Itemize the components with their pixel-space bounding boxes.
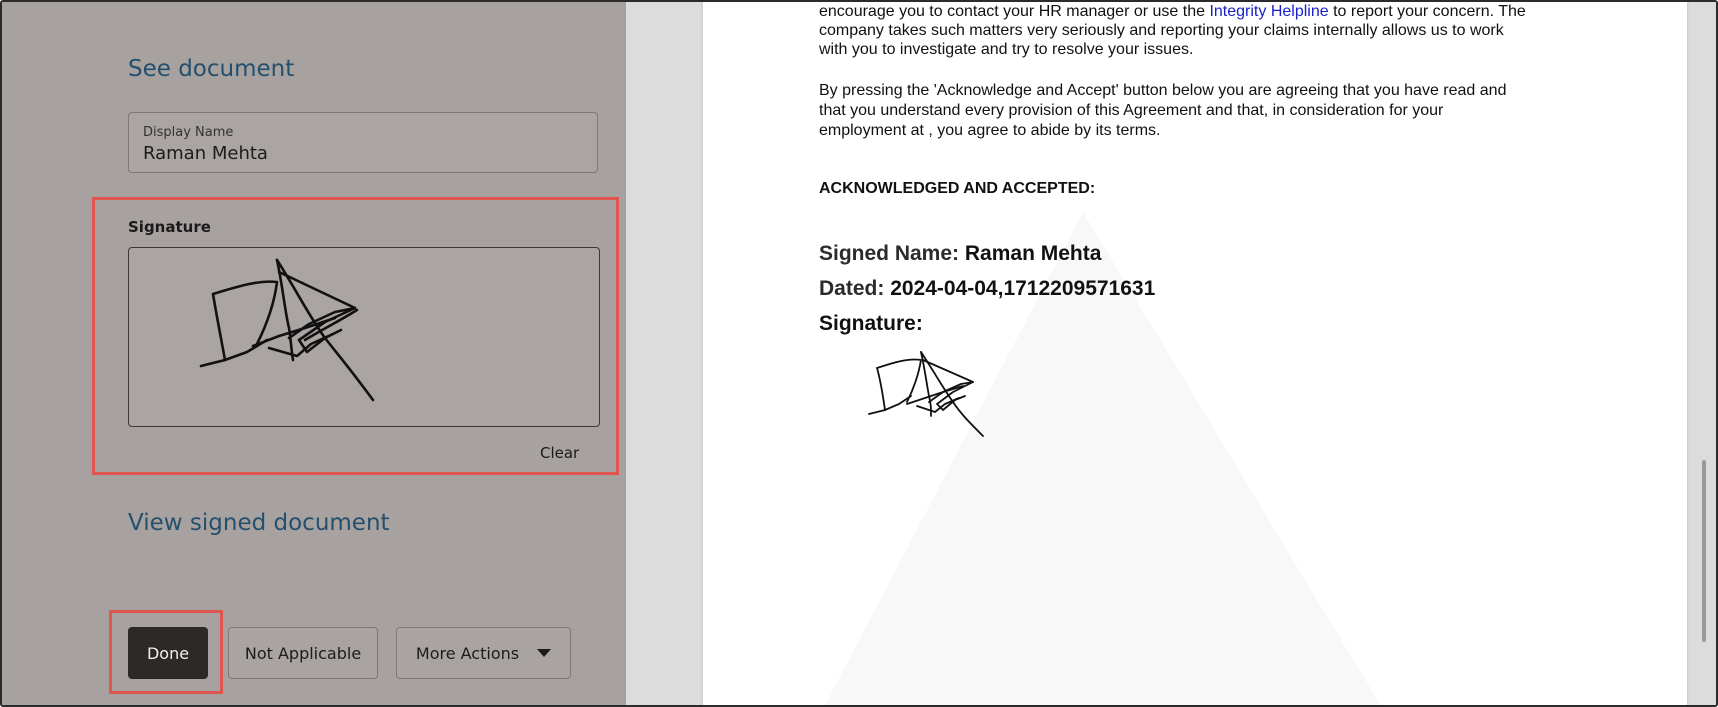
dated-line: Dated: 2024-04-04,1712209571631	[819, 277, 1155, 301]
display-name-label: Display Name	[143, 125, 234, 140]
integrity-helpline-link[interactable]: Integrity Helpline	[1209, 3, 1328, 20]
display-name-value: Raman Mehta	[143, 143, 268, 164]
doc-line: encourage you to contact your HR manager…	[819, 2, 1526, 22]
signed-name-value: Raman Mehta	[964, 242, 1102, 265]
dated-label: Dated:	[819, 277, 885, 300]
not-applicable-button[interactable]: Not Applicable	[228, 627, 378, 679]
doc-text-segment: to report your concern. The	[1328, 3, 1526, 20]
done-button[interactable]: Done	[128, 627, 208, 679]
document-viewer[interactable]: encourage you to contact your HR manager…	[626, 2, 1716, 705]
signed-name-line: Signed Name: Raman Mehta	[819, 242, 1101, 266]
doc-line: By pressing the 'Acknowledge and Accept'…	[819, 82, 1507, 99]
signature-title: Signature	[128, 218, 211, 236]
task-panel: See document Display Name Raman Mehta Si…	[2, 2, 626, 705]
acknowledged-heading: ACKNOWLEDGED AND ACCEPTED:	[819, 180, 1096, 197]
doc-line: that you understand every provision of t…	[819, 102, 1444, 119]
signed-name-label: Signed Name:	[819, 242, 960, 265]
clear-signature-button[interactable]: Clear	[540, 444, 579, 462]
document-page: encourage you to contact your HR manager…	[703, 2, 1687, 705]
see-document-link[interactable]: See document	[128, 56, 294, 82]
signature-drawing	[199, 258, 375, 402]
chevron-down-icon	[537, 649, 552, 657]
signature-line-label: Signature:	[819, 312, 923, 335]
view-signed-document-link[interactable]: View signed document	[128, 510, 390, 536]
screen-frame: See document Display Name Raman Mehta Si…	[0, 0, 1718, 707]
doc-line: employment at , you agree to abide by it…	[819, 122, 1161, 139]
vertical-scrollbar[interactable]	[1702, 460, 1706, 642]
more-actions-button[interactable]: More Actions	[396, 627, 571, 679]
dated-value: 2024-04-04,1712209571631	[890, 277, 1156, 300]
doc-line: company takes such matters very seriousl…	[819, 22, 1504, 39]
doc-line: with you to investigate and try to resol…	[819, 41, 1194, 58]
display-name-field[interactable]: Display Name Raman Mehta	[128, 112, 598, 173]
document-signature-image	[868, 351, 984, 437]
doc-text-segment: encourage you to contact your HR manager…	[819, 3, 1210, 20]
more-actions-label: More Actions	[415, 643, 520, 663]
signature-pad[interactable]	[128, 247, 600, 427]
